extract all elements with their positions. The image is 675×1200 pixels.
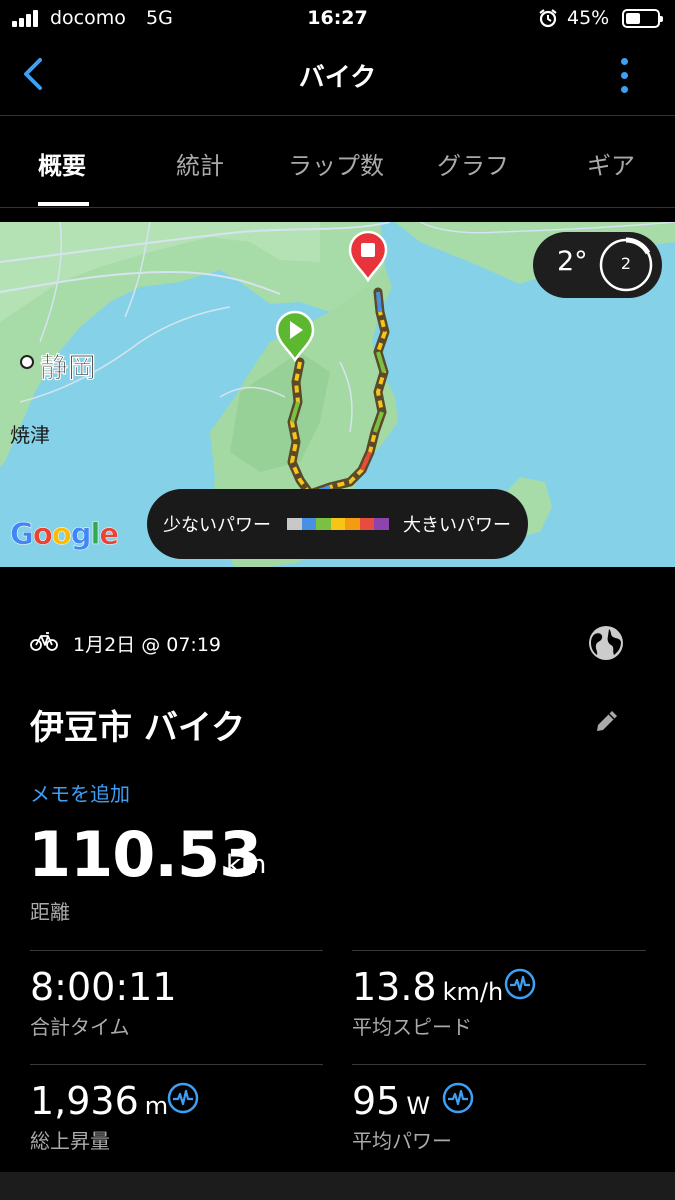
finish-marker[interactable] (348, 230, 388, 282)
place-label-yaizu: 焼津 (10, 423, 50, 447)
legend-swatch (359, 518, 374, 530)
edit-pencil-icon[interactable] (593, 707, 621, 735)
battery-percent: 45% (567, 7, 610, 29)
battery-icon (622, 9, 663, 28)
tab-laps[interactable]: ラップ数 (288, 146, 384, 181)
bottom-panel-edge (0, 1172, 675, 1200)
legend-swatch (330, 518, 345, 530)
weather-pill[interactable]: 2° 2 (533, 232, 662, 298)
active-tab-indicator (38, 202, 89, 206)
city-dot-icon (20, 355, 34, 369)
stat-value: 8:00:11 (30, 965, 177, 1009)
stat-total-time: 8:00:11 合計タイム (30, 950, 323, 1060)
google-logo: Google (10, 517, 120, 552)
add-memo-link[interactable]: メモを追加 (30, 778, 130, 807)
power-legend: 少ないパワー 大きいパワー (147, 489, 528, 559)
battery-level-fill (626, 13, 640, 24)
stat-value: 1,936 m (30, 1079, 169, 1123)
stat-avg-speed: 13.8 km/h 平均スピード (352, 950, 646, 1060)
stat-value: 95 W (352, 1079, 431, 1123)
stat-label: 合計タイム (30, 1015, 130, 1039)
distance-unit: km (226, 850, 267, 880)
legend-low-label: 少ないパワー (163, 515, 271, 536)
privacy-globe-icon[interactable] (587, 624, 625, 662)
tab-bar: 概要 統計 ラップ数 グラフ ギア (0, 116, 675, 208)
alarm-icon (539, 9, 557, 28)
tabs-divider (0, 207, 675, 208)
place-label-shizuoka: 静岡 (40, 351, 97, 384)
power-zone-icon[interactable] (504, 968, 536, 1000)
legend-swatch (316, 518, 331, 530)
activity-date: 1月2日 @ 07:19 (73, 634, 222, 656)
distance-label: 距離 (30, 900, 70, 924)
tab-gear[interactable]: ギア (587, 146, 635, 181)
power-zone-icon[interactable] (167, 1082, 199, 1114)
tab-stats[interactable]: 統計 (176, 146, 224, 181)
more-vertical-icon[interactable] (612, 54, 638, 98)
status-bar: docomo 5G 16:27 45% (0, 0, 675, 38)
stat-elevation-gain: 1,936 m 総上昇量 (30, 1064, 323, 1174)
legend-swatch (374, 518, 389, 530)
temperature-value: 2° (557, 246, 588, 277)
wind-value: 2 (620, 254, 632, 273)
stat-value: 13.8 km/h (352, 965, 504, 1009)
tab-overview[interactable]: 概要 (38, 146, 86, 181)
legend-color-scale (287, 518, 389, 530)
legend-high-label: 大きいパワー (403, 515, 511, 536)
bike-icon (30, 632, 58, 651)
legend-swatch (345, 518, 360, 530)
activity-name: 伊豆市 バイク (30, 708, 246, 748)
page-title: バイク (298, 63, 377, 93)
power-zone-icon[interactable] (442, 1082, 474, 1114)
legend-swatch (301, 518, 316, 530)
start-marker[interactable] (275, 310, 315, 362)
tab-graph[interactable]: グラフ (437, 146, 509, 181)
stat-label: 平均スピード (352, 1015, 472, 1039)
stat-avg-power: 95 W 平均パワー (352, 1064, 646, 1174)
legend-swatch (287, 518, 302, 530)
app-header: バイク (0, 38, 675, 114)
stat-label: 平均パワー (352, 1129, 452, 1153)
stat-label: 総上昇量 (30, 1129, 110, 1153)
